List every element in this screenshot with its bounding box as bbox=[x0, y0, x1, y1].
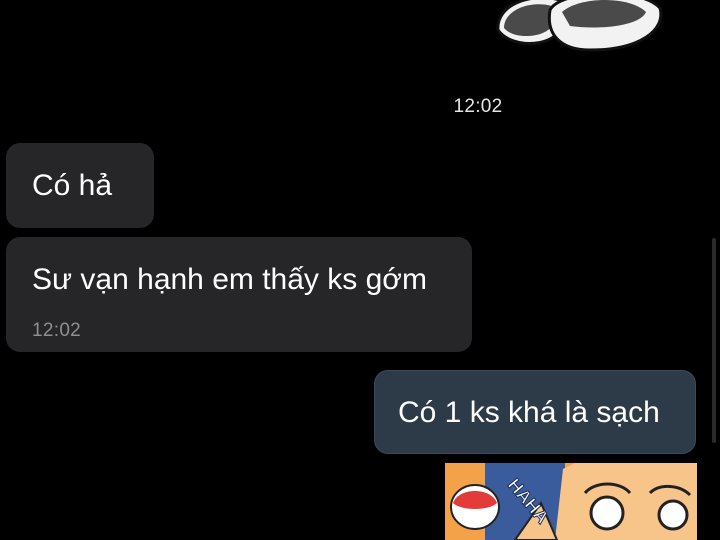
message-bubble-incoming[interactable]: Sư vạn hạnh em thấy ks gớm 12:02 bbox=[6, 237, 472, 352]
sticker-bottom[interactable]: HAHA bbox=[445, 463, 697, 540]
sticker-cat-feet-icon bbox=[496, 0, 663, 52]
sticker-bird-icon bbox=[450, 484, 500, 530]
message-bubble-outgoing[interactable]: Có 1 ks khá là sạch bbox=[374, 370, 696, 454]
message-text: Sư vạn hạnh em thấy ks gớm bbox=[32, 263, 427, 296]
date-time-divider: 12:02 bbox=[453, 96, 503, 117]
scrollbar[interactable] bbox=[712, 238, 716, 443]
message-text: Có 1 ks khá là sạch bbox=[398, 396, 660, 429]
message-bubble-incoming[interactable]: Có hả bbox=[6, 143, 154, 228]
message-text: Có hả bbox=[32, 169, 113, 202]
sticker-top[interactable] bbox=[490, 0, 670, 60]
message-timestamp: 12:02 bbox=[32, 320, 82, 341]
